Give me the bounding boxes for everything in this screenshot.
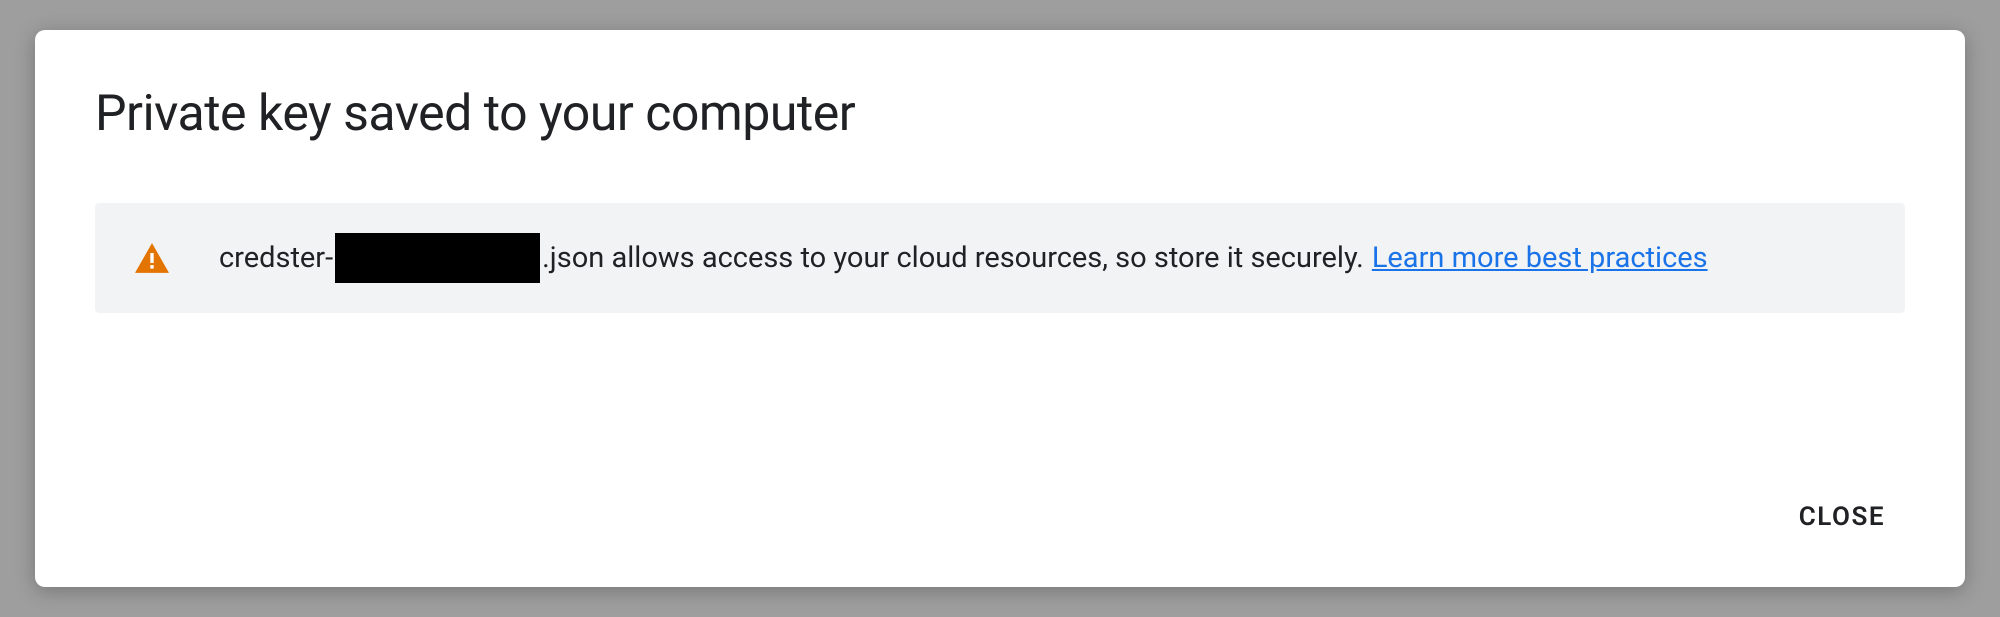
warning-triangle-icon [135, 243, 169, 273]
close-button[interactable]: CLOSE [1779, 492, 1905, 542]
learn-more-link[interactable]: Learn more best practices [1372, 238, 1708, 279]
dialog-title: Private key saved to your computer [95, 85, 1905, 143]
dialog-actions: CLOSE [95, 452, 1905, 542]
warning-banner: credster- .json allows access to your clo… [95, 203, 1905, 313]
filename-prefix: credster- [219, 238, 333, 279]
redacted-filename-part [335, 233, 540, 283]
private-key-dialog: Private key saved to your computer creds… [35, 30, 1965, 587]
warning-message: credster- .json allows access to your clo… [219, 233, 1708, 283]
warning-message-suffix: .json allows access to your cloud resour… [542, 238, 1364, 279]
